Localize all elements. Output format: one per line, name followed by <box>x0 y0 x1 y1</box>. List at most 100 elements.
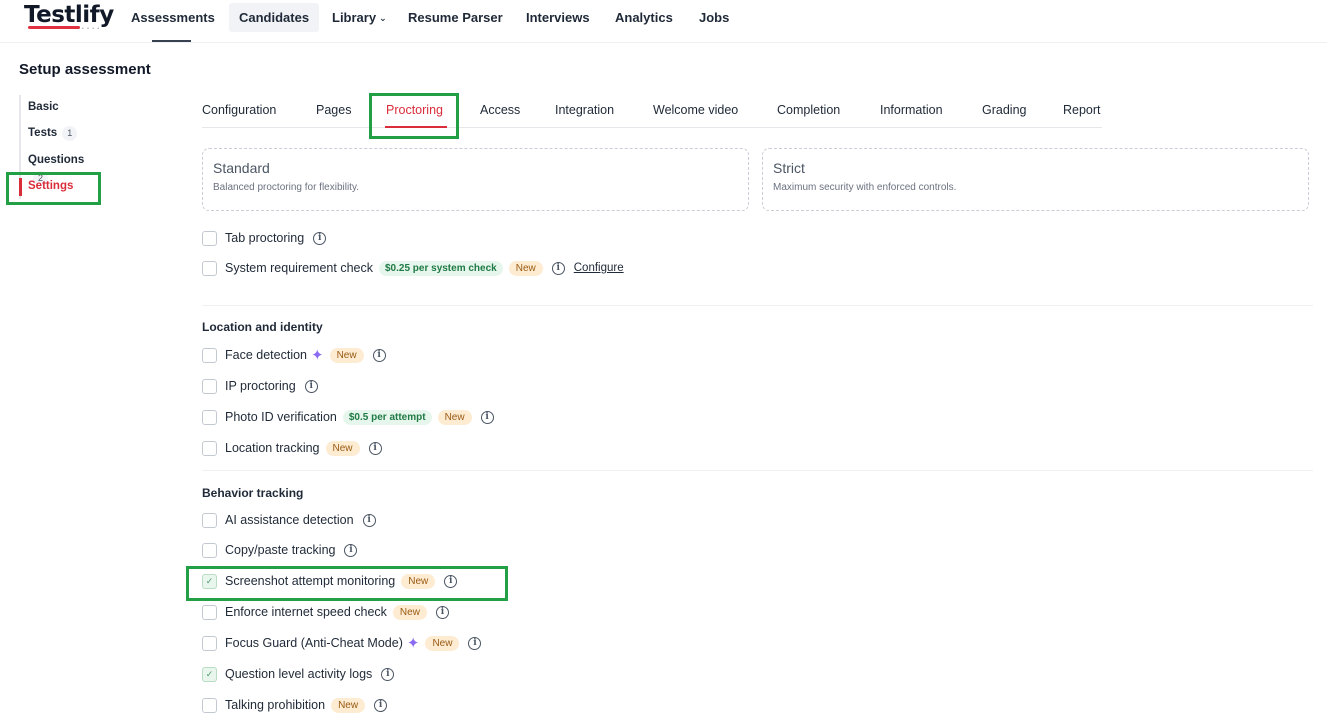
tab-proctoring[interactable]: Proctoring <box>386 103 443 117</box>
section-title-location: Location and identity <box>202 320 323 334</box>
page-title: Setup assessment <box>19 61 151 78</box>
internet-speed-checkbox[interactable] <box>202 604 217 620</box>
option-tab-proctoring: Tab proctoring i <box>202 229 327 247</box>
new-badge: New <box>325 440 360 456</box>
option-talking: Talking prohibition New i <box>202 696 388 714</box>
nav-library[interactable]: Library ⌄ <box>322 3 397 32</box>
tab-information[interactable]: Information <box>880 103 943 117</box>
option-label: Copy/paste tracking <box>225 543 336 557</box>
section-divider <box>202 305 1313 306</box>
mode-card-strict[interactable]: Strict Maximum security with enforced co… <box>762 148 1309 211</box>
testlify-logo[interactable]: Testlify <box>24 2 114 28</box>
option-copy-paste: Copy/paste tracking i <box>202 541 358 559</box>
settings-tabs: Configuration Pages Proctoring Access In… <box>202 96 1102 128</box>
focus-guard-checkbox[interactable] <box>202 635 217 651</box>
step-questions-label: Questions <box>28 154 85 166</box>
tab-grading[interactable]: Grading <box>982 103 1026 117</box>
active-tab-underline <box>385 126 447 128</box>
configure-link[interactable]: Configure <box>574 262 624 274</box>
checkmark-icon: ✓ <box>205 575 214 586</box>
info-icon[interactable]: i <box>381 667 395 681</box>
option-label: Photo ID verification <box>225 410 337 424</box>
talking-checkbox[interactable] <box>202 697 217 713</box>
new-badge: New <box>401 573 436 589</box>
nav-assessments[interactable]: Assessments <box>121 3 225 32</box>
option-photo-id: Photo ID verification $0.5 per attempt N… <box>202 408 494 426</box>
system-check-checkbox[interactable] <box>202 260 217 276</box>
step-questions[interactable]: Questions2 <box>28 151 99 186</box>
tab-completion[interactable]: Completion <box>777 103 840 117</box>
ai-detection-checkbox[interactable] <box>202 512 217 528</box>
setup-steps: Basic Tests 1 Questions2 Settings <box>19 95 99 199</box>
info-icon[interactable]: i <box>304 379 318 393</box>
photo-id-checkbox[interactable] <box>202 409 217 425</box>
info-icon[interactable]: i <box>362 513 376 527</box>
chevron-down-icon: ⌄ <box>379 13 387 23</box>
info-icon[interactable]: i <box>468 636 482 650</box>
option-label: Enforce internet speed check <box>225 605 387 619</box>
step-tests[interactable]: Tests 1 <box>28 124 78 142</box>
mode-strict-desc: Maximum security with enforced controls. <box>773 182 957 193</box>
logo-dots: • • • • <box>82 26 101 32</box>
new-badge: New <box>329 347 364 363</box>
option-ip-proctoring: IP proctoring i <box>202 377 318 395</box>
option-ai-detection: AI assistance detection i <box>202 511 376 529</box>
nav-jobs[interactable]: Jobs <box>689 3 739 32</box>
nav-interviews[interactable]: Interviews <box>516 3 600 32</box>
mode-card-standard[interactable]: Standard Balanced proctoring for flexibi… <box>202 148 749 211</box>
tab-report[interactable]: Report <box>1063 103 1101 117</box>
nav-resume-parser[interactable]: Resume Parser <box>398 3 513 32</box>
option-internet-speed: Enforce internet speed check New i <box>202 603 449 621</box>
tab-welcome-video[interactable]: Welcome video <box>653 103 738 117</box>
face-detection-checkbox[interactable] <box>202 347 217 363</box>
new-badge: New <box>425 635 460 651</box>
option-location-tracking: Location tracking New i <box>202 439 382 457</box>
tab-pages[interactable]: Pages <box>316 103 351 117</box>
info-icon[interactable]: i <box>435 605 449 619</box>
step-basic[interactable]: Basic <box>28 98 59 116</box>
option-system-check: System requirement check $0.25 per syste… <box>202 259 624 277</box>
new-badge: New <box>392 604 427 620</box>
info-icon[interactable]: i <box>372 348 386 362</box>
option-label: Question level activity logs <box>225 667 373 681</box>
nav-analytics[interactable]: Analytics <box>605 3 683 32</box>
active-step-indicator <box>19 178 22 196</box>
top-navbar: Testlify • • • • Assessments Candidates … <box>0 0 1327 43</box>
option-screenshot: ✓ Screenshot attempt monitoring New i <box>202 572 458 590</box>
option-label: Focus Guard (Anti-Cheat Mode) <box>225 636 403 650</box>
price-badge: $0.25 per system check <box>378 260 503 276</box>
tab-configuration[interactable]: Configuration <box>202 103 276 117</box>
info-icon[interactable]: i <box>551 261 565 275</box>
step-tests-label: Tests <box>28 127 58 139</box>
new-badge: New <box>437 409 472 425</box>
info-icon[interactable]: i <box>368 441 382 455</box>
location-tracking-checkbox[interactable] <box>202 440 217 456</box>
option-focus-guard: Focus Guard (Anti-Cheat Mode) ✦ New i <box>202 634 482 652</box>
new-badge: New <box>331 697 366 713</box>
info-icon[interactable]: i <box>313 231 327 245</box>
option-label: AI assistance detection <box>225 513 354 527</box>
info-icon[interactable]: i <box>374 698 388 712</box>
step-settings[interactable]: Settings <box>28 177 73 195</box>
info-icon[interactable]: i <box>480 410 494 424</box>
tab-access[interactable]: Access <box>480 103 520 117</box>
option-label: IP proctoring <box>225 379 296 393</box>
info-icon[interactable]: i <box>344 543 358 557</box>
info-icon[interactable]: i <box>444 574 458 588</box>
option-activity-logs: ✓ Question level activity logs i <box>202 665 395 683</box>
tab-proctoring-checkbox[interactable] <box>202 230 217 246</box>
screenshot-checkbox[interactable]: ✓ <box>202 573 217 589</box>
option-face-detection: Face detection ✦ New i <box>202 346 386 364</box>
copy-paste-checkbox[interactable] <box>202 542 217 558</box>
activity-logs-checkbox[interactable]: ✓ <box>202 666 217 682</box>
ip-proctoring-checkbox[interactable] <box>202 378 217 394</box>
option-label: System requirement check <box>225 261 373 275</box>
mode-standard-title: Standard <box>213 160 270 176</box>
mode-strict-title: Strict <box>773 160 805 176</box>
option-label: Talking prohibition <box>225 698 326 712</box>
mode-standard-desc: Balanced proctoring for flexibility. <box>213 182 359 193</box>
nav-candidates[interactable]: Candidates <box>229 3 320 32</box>
sparkle-icon: ✦ <box>311 346 324 364</box>
tab-integration[interactable]: Integration <box>555 103 614 117</box>
option-label: Screenshot attempt monitoring <box>225 574 396 588</box>
